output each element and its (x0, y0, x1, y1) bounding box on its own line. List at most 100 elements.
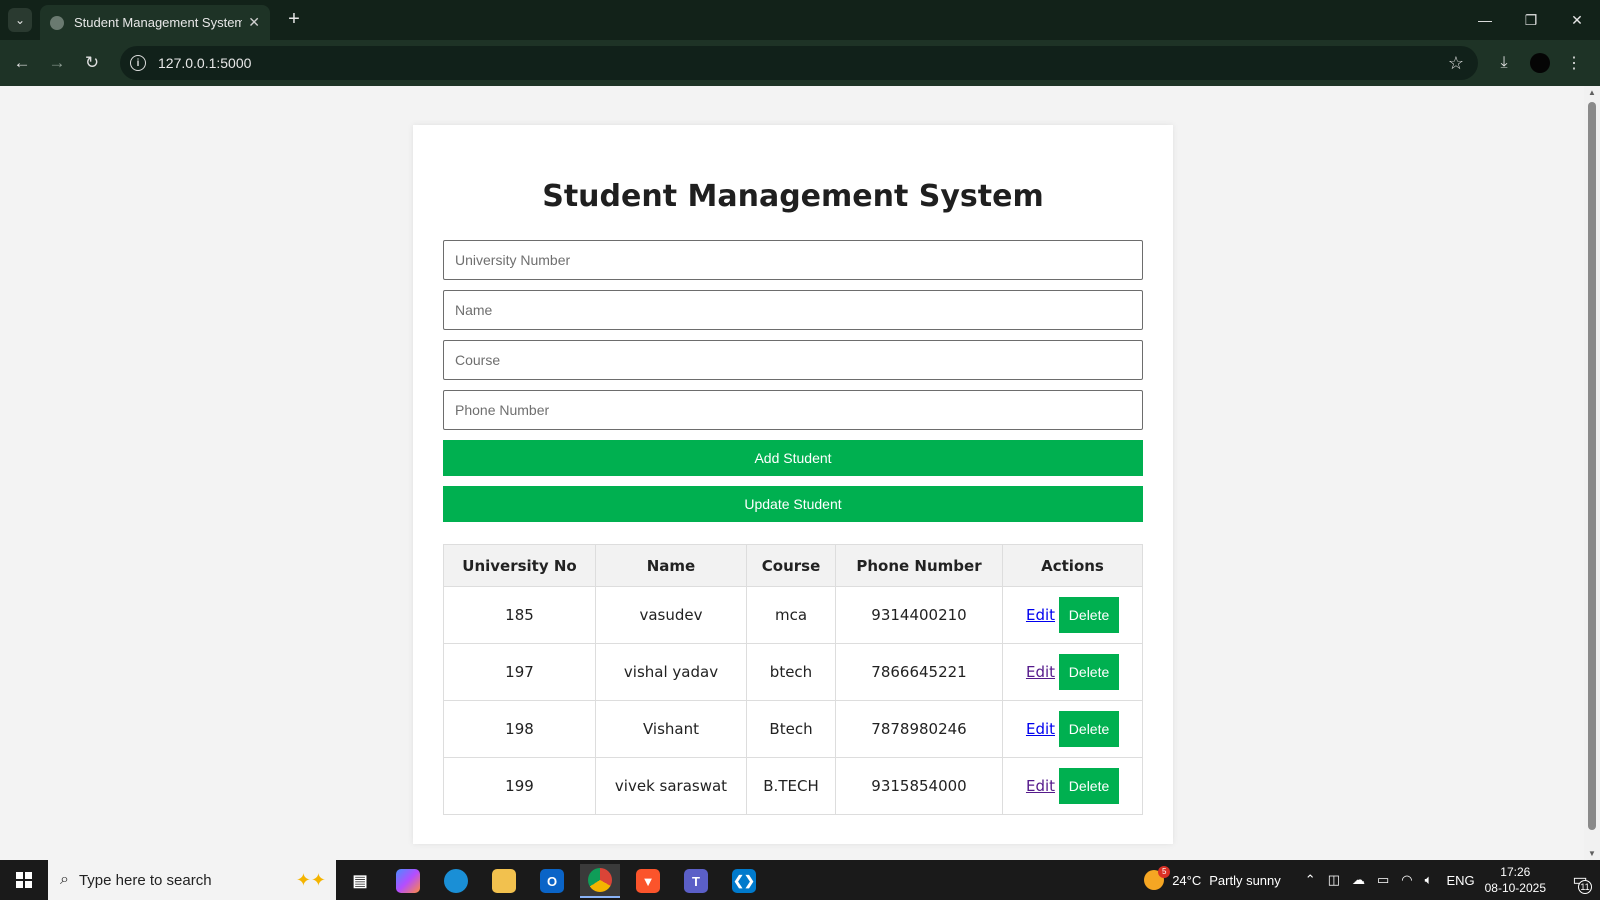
scroll-up-icon[interactable]: ▲ (1588, 88, 1596, 97)
browser-toolbar: ← → ↻ i 127.0.0.1:5000 ☆ ⤓ ⋮ (0, 40, 1600, 86)
scrollbar-thumb[interactable] (1588, 102, 1596, 830)
cell-university-no: 185 (443, 586, 596, 644)
minimize-icon[interactable]: — (1462, 0, 1508, 40)
volume-muted-icon[interactable]: 🔈︎ (1425, 872, 1433, 888)
delete-button[interactable]: Delete (1059, 654, 1120, 690)
site-info-icon[interactable]: i (130, 55, 146, 71)
taskbar-search-box[interactable]: ⌕ Type here to search ✦✦ (48, 860, 336, 900)
header-course: Course (746, 544, 836, 587)
back-arrow-icon[interactable]: ← (10, 51, 34, 75)
browser-tab-bar: ⌄ Student Management System ✕ + — ❐ ✕ (0, 0, 1600, 40)
tab-title: Student Management System (74, 15, 243, 30)
profile-avatar[interactable] (1528, 51, 1552, 75)
header-actions: Actions (1002, 544, 1143, 587)
header-university-no: University No (443, 544, 596, 587)
main-card: Student Management System Add Student Up… (413, 125, 1173, 844)
copilot-icon[interactable] (388, 864, 428, 898)
delete-button[interactable]: Delete (1059, 768, 1120, 804)
weather-desc[interactable]: Partly sunny (1209, 873, 1281, 888)
vscode-icon[interactable]: ❮❯ (724, 864, 764, 898)
close-tab-icon[interactable]: ✕ (248, 14, 260, 31)
close-window-icon[interactable]: ✕ (1554, 0, 1600, 40)
page-scrollbar[interactable]: ▲ ▼ (1584, 86, 1600, 860)
edit-link[interactable]: Edit (1026, 663, 1055, 681)
header-name: Name (595, 544, 747, 587)
cell-course: Btech (746, 700, 836, 758)
weather-icon[interactable]: 5 (1144, 866, 1171, 890)
windows-logo-icon (16, 872, 32, 888)
tab-search-chevron-icon[interactable]: ⌄ (8, 8, 32, 32)
cell-course: mca (746, 586, 836, 644)
cell-actions: Edit Delete (1002, 757, 1143, 815)
course-input[interactable] (443, 340, 1143, 380)
wifi-icon[interactable]: ◠ (1401, 872, 1412, 888)
add-student-button[interactable]: Add Student (443, 440, 1143, 476)
cell-university-no: 197 (443, 643, 596, 701)
teams-icon[interactable]: T (676, 864, 716, 898)
start-button[interactable] (0, 860, 48, 900)
cell-phone: 7878980246 (835, 700, 1003, 758)
task-view-icon[interactable]: ▤ (340, 864, 380, 898)
notification-count: 11 (1578, 880, 1592, 894)
cell-name: vivek saraswat (595, 757, 747, 815)
cell-name: vishal yadav (595, 643, 747, 701)
weather-temp[interactable]: 24°C (1172, 873, 1201, 888)
cell-course: B.TECH (746, 757, 836, 815)
table-row: 185 vasudev mca 9314400210 Edit Delete (443, 586, 1143, 644)
edit-link[interactable]: Edit (1026, 777, 1055, 795)
forward-arrow-icon[interactable]: → (45, 51, 69, 75)
new-tab-plus-icon[interactable]: + (282, 8, 306, 32)
url-text[interactable]: 127.0.0.1:5000 (158, 55, 1448, 71)
delete-button[interactable]: Delete (1059, 597, 1120, 633)
students-table: University No Name Course Phone Number A… (443, 544, 1143, 815)
scroll-down-icon[interactable]: ▼ (1588, 849, 1596, 858)
restore-icon[interactable]: ❐ (1508, 0, 1554, 40)
chrome-icon[interactable] (580, 864, 620, 898)
battery-icon[interactable]: ▭ (1377, 872, 1389, 888)
cell-phone: 7866645221 (835, 643, 1003, 701)
browser-tab-active[interactable]: Student Management System ✕ (40, 5, 270, 40)
university-number-input[interactable] (443, 240, 1143, 280)
page-viewport: Student Management System Add Student Up… (0, 86, 1584, 860)
header-phone-number: Phone Number (835, 544, 1003, 587)
cell-phone: 9315854000 (835, 757, 1003, 815)
clock-date: 08-10-2025 (1484, 881, 1546, 895)
phone-number-input[interactable] (443, 390, 1143, 430)
sparkle-icon: ✦✦ (295, 869, 326, 890)
cell-actions: Edit Delete (1002, 643, 1143, 701)
kebab-menu-icon[interactable]: ⋮ (1562, 51, 1586, 75)
edit-link[interactable]: Edit (1026, 606, 1055, 624)
bookmark-star-icon[interactable]: ☆ (1448, 53, 1464, 74)
chevron-up-icon[interactable]: ⌃ (1305, 872, 1316, 888)
system-tray: 5 24°C Partly sunny ⌃ ◫ ☁ ▭ ◠ 🔈︎ ENG 17:… (1144, 860, 1600, 900)
update-student-button[interactable]: Update Student (443, 486, 1143, 522)
name-input[interactable] (443, 290, 1143, 330)
clock-time: 17:26 (1500, 865, 1531, 879)
outlook-icon[interactable]: O (532, 864, 572, 898)
table-header-row: University No Name Course Phone Number A… (443, 544, 1143, 587)
delete-button[interactable]: Delete (1059, 711, 1120, 747)
cell-course: btech (746, 643, 836, 701)
meet-now-icon[interactable]: ◫ (1328, 872, 1340, 888)
reload-icon[interactable]: ↻ (80, 51, 104, 75)
edge-browser-icon[interactable] (436, 864, 476, 898)
language-indicator[interactable]: ENG (1446, 873, 1474, 888)
onedrive-cloud-icon[interactable]: ☁ (1352, 872, 1365, 888)
taskbar-search-placeholder: Type here to search (78, 871, 212, 889)
search-icon: ⌕ (60, 871, 69, 888)
notification-center-icon[interactable]: ▭11 (1560, 860, 1600, 900)
table-row: 199 vivek saraswat B.TECH 9315854000 Edi… (443, 757, 1143, 815)
window-controls: — ❐ ✕ (1462, 0, 1600, 40)
cell-name: vasudev (595, 586, 747, 644)
file-explorer-icon[interactable] (484, 864, 524, 898)
table-row: 198 Vishant Btech 7878980246 Edit Delete (443, 700, 1143, 758)
download-icon[interactable]: ⤓ (1492, 51, 1516, 75)
cell-actions: Edit Delete (1002, 586, 1143, 644)
brave-icon[interactable]: ▼ (628, 864, 668, 898)
edit-link[interactable]: Edit (1026, 720, 1055, 738)
clock[interactable]: 17:26 08-10-2025 (1485, 864, 1546, 896)
weather-badge: 5 (1158, 866, 1171, 878)
address-bar[interactable]: i 127.0.0.1:5000 ☆ (120, 46, 1478, 80)
page-title: Student Management System (542, 179, 1044, 214)
globe-icon (50, 15, 64, 30)
